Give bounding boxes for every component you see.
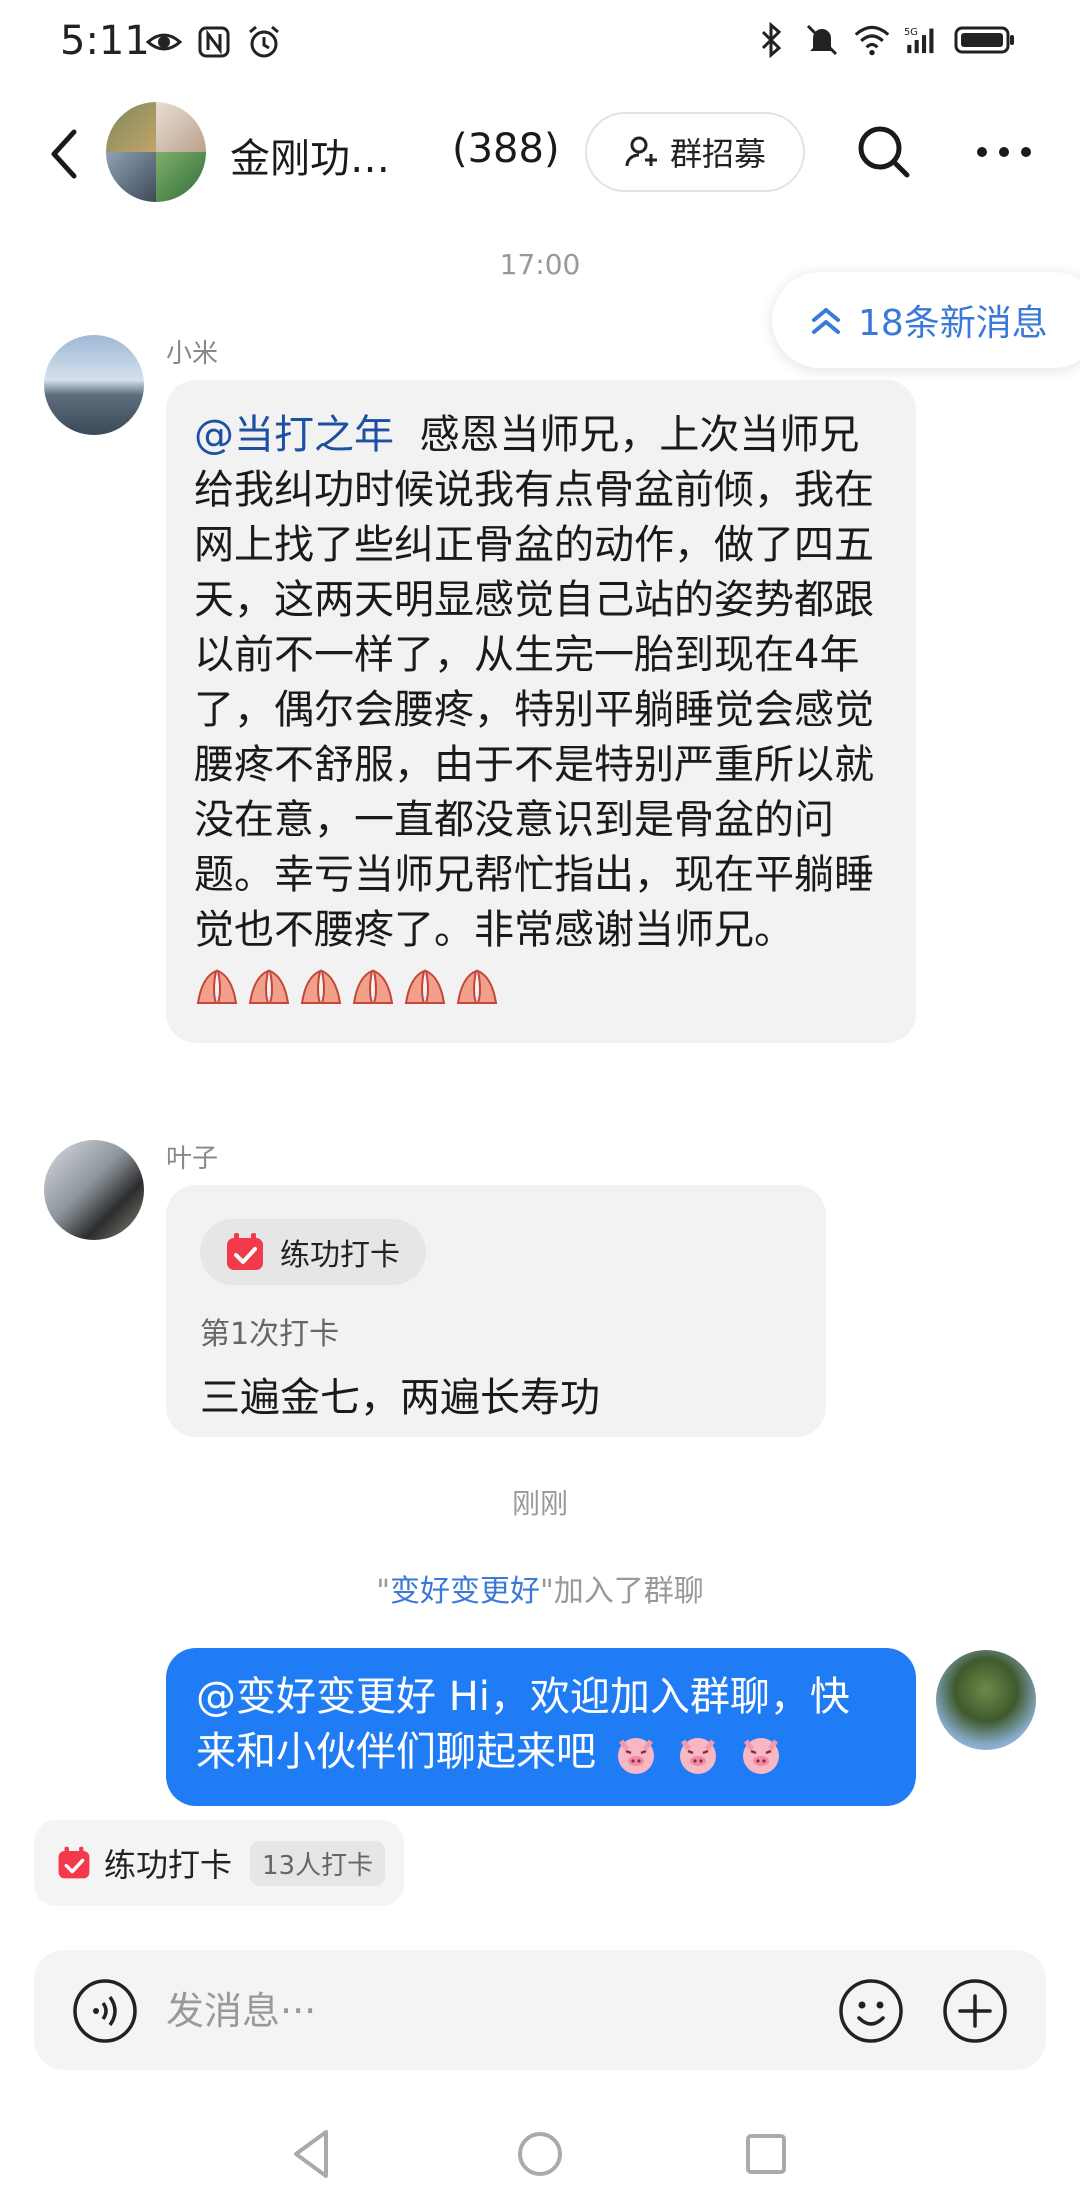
- avatar[interactable]: [44, 1140, 144, 1240]
- alarm-icon: [246, 24, 282, 60]
- checkin-shortcut-label: 练功打卡: [104, 1846, 233, 1884]
- more-actions-button[interactable]: [942, 1978, 1008, 2044]
- back-arrow-icon: [51, 129, 77, 179]
- pig-emoji-icon: [743, 1738, 780, 1774]
- calendar-check-icon: [58, 1846, 90, 1879]
- group-recruit-button[interactable]: 群招募: [585, 112, 805, 192]
- add-person-icon: [625, 136, 657, 167]
- triangle-back-icon: [294, 2130, 328, 2178]
- new-messages-label: 18条新消息: [858, 303, 1048, 344]
- timestamp: 刚刚: [511, 1487, 568, 1520]
- pray-emoji-row: [194, 967, 500, 1007]
- checkin-shortcut-button[interactable]: 练功打卡 13人打卡: [34, 1820, 404, 1906]
- joined-user-link[interactable]: 变好变更好: [390, 1574, 540, 1609]
- group-recruit-label: 群招募: [669, 135, 766, 173]
- pray-icon: [248, 969, 290, 1004]
- nav-home-button[interactable]: [510, 2124, 570, 2184]
- bluetooth-icon: [754, 22, 790, 58]
- avatar[interactable]: [44, 335, 144, 435]
- sender-name: 小米: [166, 339, 219, 369]
- message-input[interactable]: [166, 1978, 726, 2044]
- chat-header: 金刚功… (388) 群招募: [0, 92, 1080, 218]
- voice-button[interactable]: [72, 1978, 138, 2044]
- checkin-tag-label: 练功打卡: [280, 1238, 400, 1273]
- signal-5g-icon: 5G: [904, 22, 940, 58]
- my-avatar[interactable]: [936, 1650, 1036, 1750]
- more-options-button[interactable]: [972, 122, 1036, 182]
- nav-back-button[interactable]: [282, 2124, 342, 2184]
- smiley-icon: [839, 1979, 903, 2043]
- pig-emoji-icon: [680, 1738, 717, 1774]
- emoji-button[interactable]: [838, 1978, 904, 2044]
- more-dots-icon: [977, 147, 1031, 157]
- status-time: 5:11: [60, 18, 150, 64]
- message-input-bar: [34, 1950, 1046, 2070]
- pray-icon: [196, 969, 238, 1004]
- search-button[interactable]: [854, 122, 914, 182]
- pig-emoji-icon: [617, 1738, 654, 1774]
- mention-link[interactable]: @当打之年: [194, 412, 394, 458]
- svg-text:5G: 5G: [904, 27, 918, 38]
- checkin-tag[interactable]: 练功打卡: [200, 1219, 426, 1285]
- join-notice: "变好变更好"加入了群聊: [376, 1574, 704, 1609]
- pray-icon: [404, 969, 446, 1004]
- group-name[interactable]: 金刚功…: [230, 126, 390, 184]
- plus-circle-icon: [943, 1979, 1007, 2043]
- mute-bell-icon: [804, 22, 840, 58]
- square-recents-icon: [746, 2134, 786, 2174]
- pray-icon: [352, 969, 394, 1004]
- group-avatar[interactable]: [106, 102, 206, 202]
- system-nav-bar: [0, 2100, 1080, 2204]
- my-message-bubble[interactable]: @变好变更好 Hi，欢迎加入群聊，快来和小伙伴们聊起来吧: [166, 1648, 916, 1806]
- member-count: (388): [452, 126, 560, 172]
- double-chevron-up-icon: [812, 308, 840, 334]
- status-bar: 5:11 5G: [0, 0, 1080, 92]
- checkin-card[interactable]: 练功打卡 第1次打卡 三遍金七，两遍长寿功: [166, 1185, 826, 1437]
- pray-icon: [300, 969, 342, 1004]
- new-messages-button[interactable]: 18条新消息: [772, 272, 1080, 368]
- circle-home-icon: [518, 2132, 562, 2176]
- checkin-count-text: 第1次打卡: [200, 1317, 340, 1352]
- eye-icon: [146, 24, 182, 60]
- pray-icon: [456, 969, 498, 1004]
- checkin-count-badge: 13人打卡: [250, 1840, 386, 1886]
- checkin-content: 三遍金七，两遍长寿功: [200, 1375, 600, 1421]
- message-text: 感恩当师兄，上次当师兄给我纠功时候说我有点骨盆前倾，我在网上找了些纠正骨盆的动作…: [194, 412, 874, 953]
- mention-link[interactable]: @变好变更好: [196, 1674, 436, 1720]
- nfc-icon: [196, 24, 232, 60]
- wifi-icon: [854, 22, 890, 58]
- battery-icon: [954, 22, 1016, 58]
- back-button[interactable]: [40, 122, 90, 186]
- sender-name: 叶子: [166, 1144, 219, 1174]
- voice-icon: [73, 1979, 137, 2043]
- search-icon: [858, 126, 910, 178]
- message-bubble[interactable]: @当打之年 感恩当师兄，上次当师兄给我纠功时候说我有点骨盆前倾，我在网上找了些纠…: [166, 380, 916, 1043]
- nav-recents-button[interactable]: [736, 2124, 796, 2184]
- calendar-check-icon: [227, 1233, 263, 1270]
